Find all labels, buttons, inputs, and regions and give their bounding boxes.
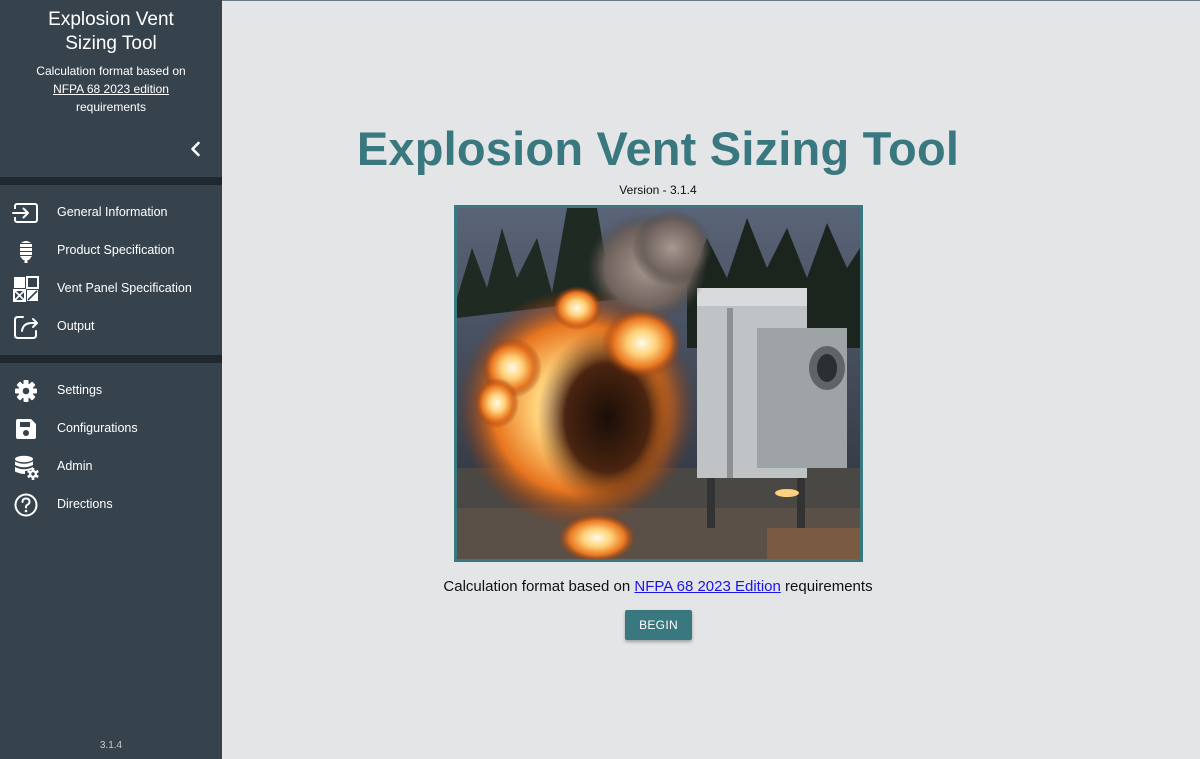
sidebar-item-label: General Information — [57, 205, 168, 219]
share-output-icon — [14, 316, 38, 339]
panel-grid-icon — [13, 276, 39, 302]
sidebar-divider — [0, 355, 222, 363]
login-arrow-icon — [12, 203, 38, 223]
sidebar-nfpa-link[interactable]: NFPA 68 2023 edition — [53, 82, 169, 96]
chevron-left-icon — [191, 141, 200, 157]
sidebar-item-general-information[interactable]: General Information — [0, 195, 222, 231]
begin-button[interactable]: BEGIN — [625, 610, 692, 640]
save-icon — [16, 419, 36, 439]
nfpa-68-link[interactable]: NFPA 68 2023 Edition — [634, 578, 780, 595]
sidebar-item-configurations[interactable]: Configurations — [0, 411, 222, 447]
collapse-sidebar-button[interactable] — [186, 139, 206, 159]
sidebar-item-admin[interactable]: Admin — [0, 449, 222, 485]
sidebar-item-vent-panel-specification[interactable]: Vent Panel Specification — [0, 271, 222, 307]
silo-icon — [20, 241, 32, 263]
sidebar-item-label: Settings — [57, 383, 103, 397]
nfpa-caption: Calculation format based on NFPA 68 2023… — [443, 578, 873, 595]
database-settings-icon — [15, 455, 39, 480]
sidebar-item-label: Output — [57, 319, 95, 333]
sidebar-item-output[interactable]: Output — [0, 309, 222, 345]
explosion-test-photo — [454, 205, 863, 562]
main-content: Explosion Vent Sizing Tool Version - 3.1… — [222, 0, 1200, 759]
gear-icon — [15, 380, 37, 402]
page-title: Explosion Vent Sizing Tool — [356, 122, 960, 175]
sidebar: Explosion Vent Sizing Tool Calculation f… — [0, 0, 222, 759]
version-label: Version - 3.1.4 — [619, 183, 697, 197]
sidebar-item-settings[interactable]: Settings — [0, 373, 222, 409]
help-circle-icon — [14, 493, 38, 517]
sidebar-title: Explosion Vent Sizing Tool — [48, 9, 174, 54]
sidebar-subtitle: Calculation format based on NFPA 68 2023… — [36, 64, 186, 114]
sidebar-item-label: Product Specification — [57, 243, 175, 257]
sidebar-item-label: Vent Panel Specification — [57, 281, 192, 295]
sidebar-item-label: Configurations — [57, 421, 138, 435]
sidebar-item-label: Admin — [57, 459, 93, 473]
sidebar-version: 3.1.4 — [99, 740, 123, 751]
sidebar-item-product-specification[interactable]: Product Specification — [0, 233, 222, 269]
sidebar-item-directions[interactable]: Directions — [0, 487, 222, 523]
sidebar-item-label: Directions — [57, 497, 113, 511]
sidebar-divider — [0, 177, 222, 185]
